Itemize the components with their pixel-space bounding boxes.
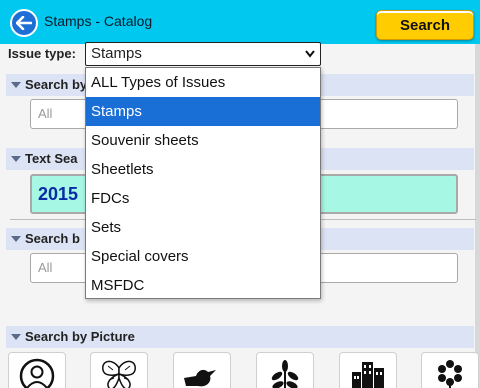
- dropdown-option[interactable]: ALL Types of Issues: [86, 68, 320, 97]
- picture-tile-person[interactable]: [8, 352, 66, 388]
- bird-icon: [184, 369, 216, 387]
- arrow-left-icon: [16, 16, 32, 30]
- dropdown-option[interactable]: MSFDC: [86, 271, 320, 300]
- plant-icon: [271, 360, 299, 388]
- back-button[interactable]: [10, 9, 38, 37]
- picture-tile-butterfly[interactable]: [90, 352, 148, 388]
- section-label: Text Sea: [25, 151, 78, 166]
- chevron-down-icon: [11, 156, 21, 162]
- section-label: Search by: [25, 77, 88, 92]
- search-button[interactable]: Search: [376, 10, 474, 40]
- picture-tile-bird[interactable]: [173, 352, 231, 388]
- person-icon: [19, 358, 55, 388]
- picture-tile-flower[interactable]: [421, 352, 479, 388]
- section-label: Search by Picture: [25, 329, 135, 344]
- issue-type-select[interactable]: Stamps: [85, 42, 321, 66]
- picture-tile-plant[interactable]: [256, 352, 314, 388]
- buildings-icon: [352, 362, 384, 388]
- dropdown-option[interactable]: Sets: [86, 213, 320, 242]
- page-title: Stamps - Catalog: [44, 13, 153, 29]
- dropdown-option[interactable]: Sheetlets: [86, 155, 320, 184]
- butterfly-icon: [102, 360, 136, 388]
- chevron-down-icon: [11, 82, 21, 88]
- section-label: Search b: [25, 231, 80, 246]
- title-bar: Stamps - Catalog Search: [0, 0, 480, 44]
- picture-tile-buildings[interactable]: [339, 352, 397, 388]
- dropdown-option-selected[interactable]: Stamps: [86, 97, 320, 126]
- dropdown-option[interactable]: Souvenir sheets: [86, 126, 320, 155]
- dropdown-option[interactable]: FDCs: [86, 184, 320, 213]
- issue-type-value: Stamps: [91, 45, 142, 62]
- dropdown-option[interactable]: Special covers: [86, 242, 320, 271]
- chevron-down-icon: [305, 50, 315, 58]
- scrollbar-track[interactable]: [475, 44, 480, 388]
- chevron-down-icon: [11, 334, 21, 340]
- section-header-search-by-picture[interactable]: Search by Picture: [6, 326, 474, 348]
- flower-icon: [438, 360, 462, 388]
- chevron-down-icon: [11, 236, 21, 242]
- issue-type-label: Issue type:: [8, 46, 76, 61]
- issue-type-dropdown: ALL Types of Issues Stamps Souvenir shee…: [85, 67, 321, 299]
